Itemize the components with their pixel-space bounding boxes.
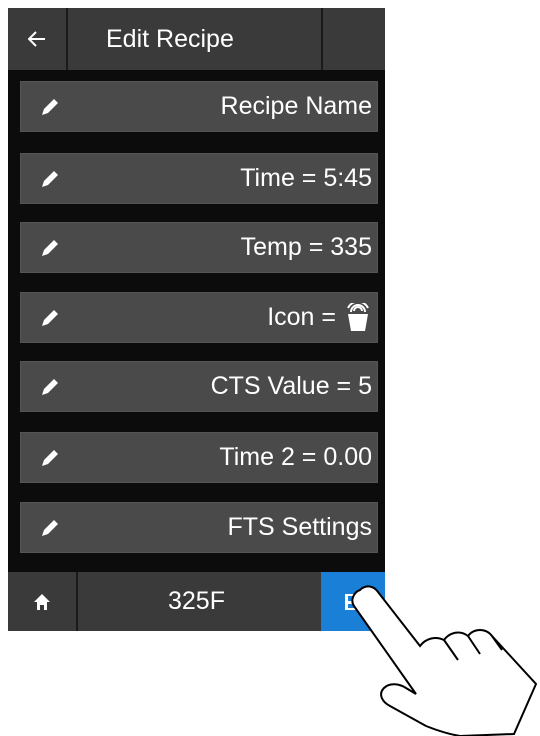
current-temperature: 325F <box>168 587 225 615</box>
time-2-label: Time 2 = 0.00 <box>219 443 372 471</box>
back-button[interactable] <box>8 8 68 70</box>
home-icon <box>34 593 50 610</box>
basket-icon <box>347 302 369 331</box>
pencil-icon <box>42 99 58 115</box>
cts-value-button[interactable]: CTS Value = 5 <box>20 361 378 412</box>
pencil-icon <box>42 310 58 326</box>
pointing-hand-illustration <box>351 585 538 736</box>
footer-bar: 325F <box>8 572 385 631</box>
page-title: Edit Recipe <box>106 24 234 53</box>
recipe-name-label: Recipe Name <box>220 92 372 120</box>
fts-settings-label: FTS Settings <box>227 513 373 541</box>
fts-settings-button[interactable]: FTS Settings <box>20 502 378 553</box>
pencil-icon <box>42 450 58 466</box>
pencil-icon <box>42 379 58 395</box>
pencil-icon <box>42 520 58 536</box>
header-empty-slot <box>321 8 385 70</box>
pencil-icon <box>42 240 58 256</box>
time-button[interactable]: Time = 5:45 <box>20 153 378 204</box>
temp-button[interactable]: Temp = 335 <box>20 222 378 273</box>
icon-label: Icon = <box>267 292 372 343</box>
home-button[interactable] <box>8 572 78 631</box>
recipe-name-button[interactable]: Recipe Name <box>20 81 378 132</box>
arrow-left-icon <box>28 31 45 47</box>
icon-button[interactable]: Icon = <box>20 292 378 343</box>
time-label: Time = 5:45 <box>240 164 372 192</box>
icon-label-text: Icon = <box>267 303 336 331</box>
time-2-button[interactable]: Time 2 = 0.00 <box>20 432 378 483</box>
pencil-icon <box>42 171 58 187</box>
temp-label: Temp = 335 <box>240 233 372 261</box>
header-bar: Edit Recipe <box>8 8 385 70</box>
control-panel-screen: Edit Recipe Recipe Name Time = 5:45 Temp… <box>8 8 385 631</box>
cts-value-label: CTS Value = 5 <box>210 372 372 400</box>
